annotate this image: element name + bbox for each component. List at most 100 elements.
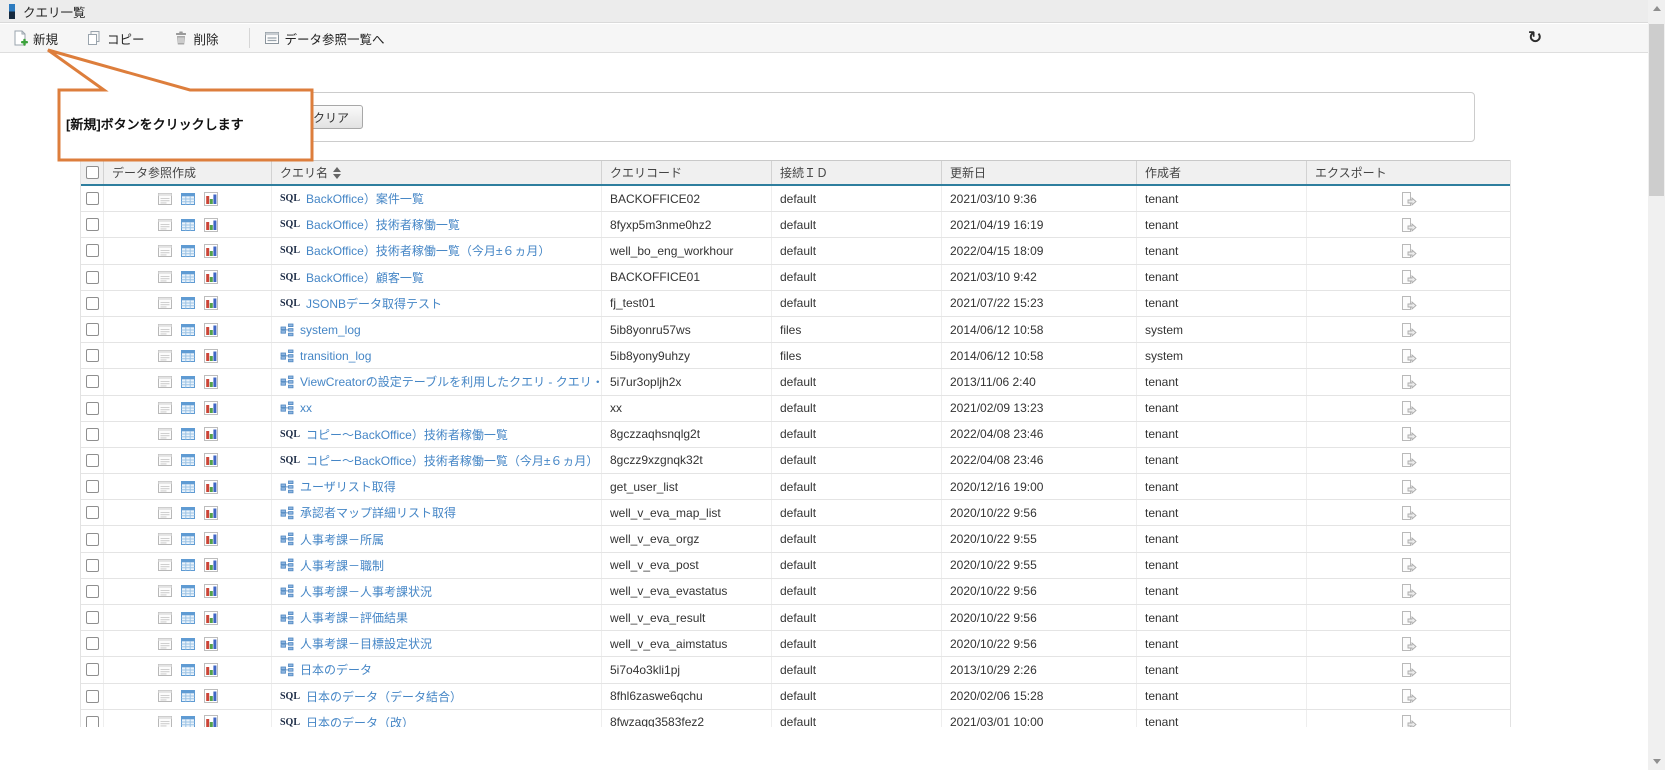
dataview-chart-icon[interactable] <box>203 688 219 704</box>
query-name-link[interactable]: 人事考課－目標設定状況 <box>300 635 432 652</box>
query-name-link[interactable]: BackOffice）技術者稼働一覧（今月±６ヵ月） <box>306 242 550 259</box>
dataview-chart-icon[interactable] <box>203 452 219 468</box>
dataview-chart-icon[interactable] <box>203 269 219 285</box>
query-name-link[interactable]: ViewCreatorの設定テーブルを利用したクエリ - クエリ・デー <box>300 373 601 390</box>
sort-icon[interactable] <box>333 167 341 179</box>
row-checkbox[interactable] <box>86 297 99 310</box>
query-name-link[interactable]: コピー～BackOffice）技術者稼働一覧（今月±６ヵ月） <box>306 452 598 469</box>
row-checkbox[interactable] <box>86 690 99 703</box>
dataview-list-icon[interactable] <box>157 322 173 338</box>
dataview-table-icon[interactable] <box>180 322 196 338</box>
row-checkbox[interactable] <box>86 323 99 336</box>
row-checkbox[interactable] <box>86 218 99 231</box>
vertical-scrollbar[interactable] <box>1648 0 1665 770</box>
dataview-table-icon[interactable] <box>180 426 196 442</box>
export-icon[interactable] <box>1400 374 1417 390</box>
row-checkbox[interactable] <box>86 533 99 546</box>
dataview-list-icon[interactable] <box>157 348 173 364</box>
dataview-list-icon[interactable] <box>157 295 173 311</box>
dataview-table-icon[interactable] <box>180 505 196 521</box>
row-checkbox[interactable] <box>86 559 99 572</box>
export-icon[interactable] <box>1400 400 1417 416</box>
dataview-list-icon[interactable] <box>157 191 173 207</box>
scroll-down-icon[interactable] <box>1648 753 1665 770</box>
row-checkbox[interactable] <box>86 716 99 727</box>
dataview-chart-icon[interactable] <box>203 295 219 311</box>
dataview-chart-icon[interactable] <box>203 531 219 547</box>
scrollbar-thumb[interactable] <box>1649 24 1664 196</box>
dataview-table-icon[interactable] <box>180 583 196 599</box>
export-icon[interactable] <box>1400 479 1417 495</box>
query-name-link[interactable]: transition_log <box>300 349 371 363</box>
dataview-list-icon[interactable] <box>157 374 173 390</box>
row-checkbox[interactable] <box>86 349 99 362</box>
dataview-chart-icon[interactable] <box>203 374 219 390</box>
query-name-link[interactable]: 人事考課－評価結果 <box>300 609 408 626</box>
dataview-list-icon[interactable] <box>157 688 173 704</box>
dataview-chart-icon[interactable] <box>203 191 219 207</box>
query-name-link[interactable]: BackOffice）案件一覧 <box>306 190 424 207</box>
row-checkbox[interactable] <box>86 428 99 441</box>
dataview-chart-icon[interactable] <box>203 426 219 442</box>
dataview-table-icon[interactable] <box>180 452 196 468</box>
export-icon[interactable] <box>1400 348 1417 364</box>
query-name-link[interactable]: xx <box>300 401 312 415</box>
dataview-table-icon[interactable] <box>180 531 196 547</box>
export-icon[interactable] <box>1400 243 1417 259</box>
export-icon[interactable] <box>1400 662 1417 678</box>
dataview-list-icon[interactable] <box>157 531 173 547</box>
dataview-chart-icon[interactable] <box>203 583 219 599</box>
dataview-table-icon[interactable] <box>180 636 196 652</box>
dataview-table-icon[interactable] <box>180 479 196 495</box>
dataview-list-icon[interactable] <box>157 557 173 573</box>
row-checkbox[interactable] <box>86 271 99 284</box>
dataview-chart-icon[interactable] <box>203 505 219 521</box>
query-name-link[interactable]: 人事考課－所属 <box>300 531 384 548</box>
dataview-list-icon[interactable] <box>157 452 173 468</box>
dataview-list-icon[interactable] <box>157 479 173 495</box>
dataview-table-icon[interactable] <box>180 269 196 285</box>
dataview-list-icon[interactable] <box>157 610 173 626</box>
export-icon[interactable] <box>1400 688 1417 704</box>
dataview-table-icon[interactable] <box>180 191 196 207</box>
export-icon[interactable] <box>1400 217 1417 233</box>
export-icon[interactable] <box>1400 191 1417 207</box>
query-name-link[interactable]: 人事考課－人事考課状況 <box>300 583 432 600</box>
row-checkbox[interactable] <box>86 585 99 598</box>
export-icon[interactable] <box>1400 531 1417 547</box>
dataview-table-icon[interactable] <box>180 243 196 259</box>
dataview-table-icon[interactable] <box>180 348 196 364</box>
dataview-list-icon[interactable] <box>157 269 173 285</box>
dataview-table-icon[interactable] <box>180 610 196 626</box>
dataview-chart-icon[interactable] <box>203 217 219 233</box>
refresh-icon[interactable]: ↻ <box>1524 27 1546 49</box>
export-icon[interactable] <box>1400 322 1417 338</box>
query-name-link[interactable]: BackOffice）顧客一覧 <box>306 269 424 286</box>
query-name-link[interactable]: 日本のデータ（データ結合） <box>306 688 462 705</box>
dataview-chart-icon[interactable] <box>203 610 219 626</box>
dataview-table-icon[interactable] <box>180 400 196 416</box>
query-name-link[interactable]: コピー～BackOffice）技術者稼働一覧 <box>306 426 508 443</box>
query-name-link[interactable]: 日本のデータ <box>300 661 372 678</box>
row-checkbox[interactable] <box>86 480 99 493</box>
dataview-chart-icon[interactable] <box>203 348 219 364</box>
export-icon[interactable] <box>1400 714 1417 727</box>
row-checkbox[interactable] <box>86 454 99 467</box>
dataview-chart-icon[interactable] <box>203 662 219 678</box>
query-name-link[interactable]: 日本のデータ（改） <box>306 714 414 727</box>
row-checkbox[interactable] <box>86 637 99 650</box>
export-icon[interactable] <box>1400 426 1417 442</box>
export-icon[interactable] <box>1400 295 1417 311</box>
query-name-link[interactable]: system_log <box>300 323 361 337</box>
export-icon[interactable] <box>1400 636 1417 652</box>
dataview-list-icon[interactable] <box>157 217 173 233</box>
dataview-chart-icon[interactable] <box>203 400 219 416</box>
dataview-table-icon[interactable] <box>180 688 196 704</box>
export-icon[interactable] <box>1400 583 1417 599</box>
dataview-list-icon[interactable] <box>157 662 173 678</box>
row-checkbox[interactable] <box>86 506 99 519</box>
dataview-chart-icon[interactable] <box>203 479 219 495</box>
row-checkbox[interactable] <box>86 375 99 388</box>
dataview-list-icon[interactable] <box>157 714 173 727</box>
dataview-table-icon[interactable] <box>180 217 196 233</box>
